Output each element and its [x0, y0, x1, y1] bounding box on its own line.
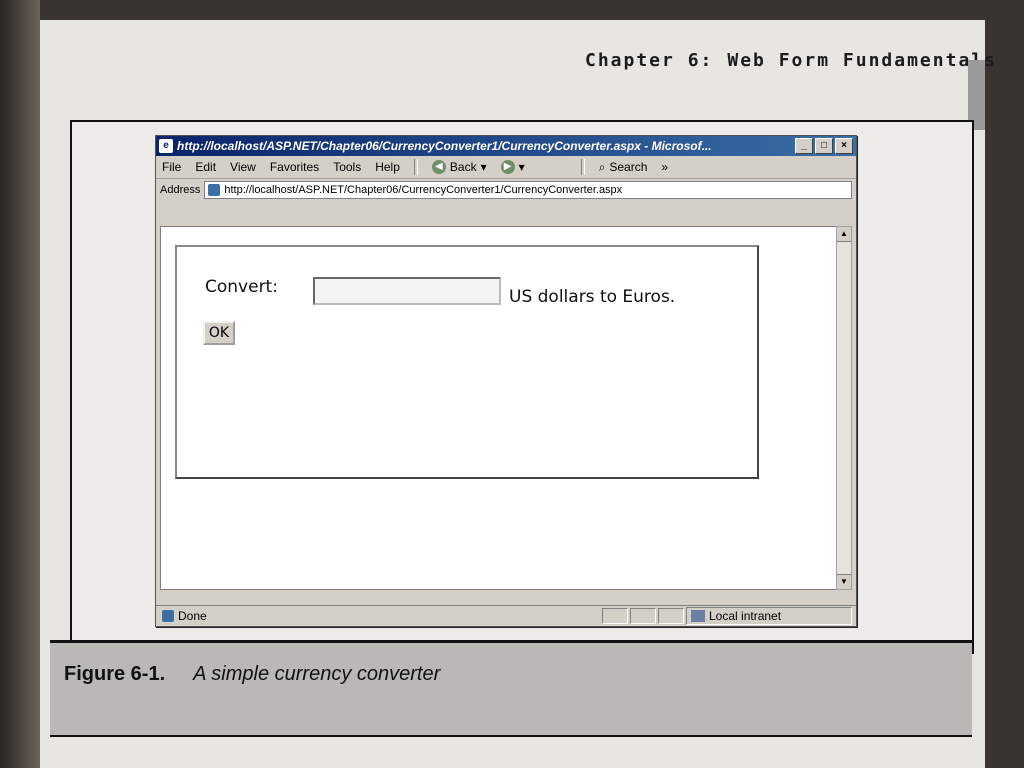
security-zone: Local intranet [686, 607, 852, 625]
menu-edit[interactable]: Edit [195, 160, 216, 174]
convert-label: Convert: [205, 277, 278, 297]
book-page: Chapter 6: Web Form Fundamentals e http:/… [40, 20, 995, 768]
menu-tools[interactable]: Tools [333, 160, 361, 174]
search-label: Search [609, 160, 648, 174]
running-header: Chapter 6: Web Form Fundamentals [585, 50, 997, 71]
toolbar-separator [413, 159, 418, 175]
figure-label: Figure 6-1. [64, 663, 166, 685]
back-arrow-icon: ◀ [431, 160, 446, 174]
page-icon [208, 184, 221, 196]
status-cell [658, 608, 684, 624]
address-value: http://localhost/ASP.NET/Chapter06/Curre… [224, 184, 623, 196]
chapter-number: Chapter 6: [585, 50, 714, 71]
figure-caption-bar: Figure 6-1. A simple currency converter [50, 640, 972, 737]
menu-help[interactable]: Help [375, 160, 400, 174]
back-dropdown-icon: ▾ [480, 160, 487, 174]
toolbar-overflow-icon[interactable]: » [661, 160, 668, 174]
forward-arrow-icon: ▶ [500, 160, 515, 174]
status-cell [630, 608, 656, 624]
intranet-icon [691, 610, 705, 622]
vertical-scrollbar[interactable]: ▲ ▼ [836, 226, 852, 590]
forward-dropdown-icon: ▾ [518, 160, 525, 174]
status-cell [602, 608, 628, 624]
forward-button[interactable]: ▶ ▾ [500, 160, 525, 174]
amount-input[interactable] [313, 277, 501, 305]
close-button[interactable]: × [835, 138, 853, 154]
page-done-icon [162, 610, 174, 622]
status-text: Done [178, 609, 207, 623]
chapter-title: Web Form Fundamentals [727, 50, 997, 71]
title-bar: e http://localhost/ASP.NET/Chapter06/Cur… [156, 136, 856, 156]
unit-label: US dollars to Euros. [509, 287, 676, 307]
search-button[interactable]: ⌕ Search [599, 160, 648, 175]
menu-file[interactable]: File [162, 160, 181, 174]
back-button[interactable]: ◀ Back ▾ [431, 160, 487, 174]
status-bar: Done Local intranet [156, 605, 856, 626]
address-bar: Address http://localhost/ASP.NET/Chapter… [156, 179, 856, 201]
zone-text: Local intranet [709, 609, 782, 623]
browser-window: e http://localhost/ASP.NET/Chapter06/Cur… [155, 135, 857, 627]
toolbar-separator-2 [580, 159, 585, 175]
window-title: http://localhost/ASP.NET/Chapter06/Curre… [177, 139, 712, 153]
page-gutter [0, 0, 40, 768]
scroll-up-icon[interactable]: ▲ [837, 227, 851, 242]
figure-caption: Figure 6-1. A simple currency converter [64, 663, 440, 686]
menu-view[interactable]: View [230, 160, 256, 174]
converter-panel: Convert: US dollars to Euros. OK [175, 245, 759, 479]
scroll-down-icon[interactable]: ▼ [837, 574, 851, 589]
maximize-button[interactable]: □ [815, 138, 833, 154]
search-icon: ⌕ [598, 159, 606, 174]
address-input[interactable]: http://localhost/ASP.NET/Chapter06/Curre… [204, 181, 852, 199]
page-content: Convert: US dollars to Euros. OK [160, 226, 838, 590]
menu-bar: File Edit View Favorites Tools Help ◀ Ba… [156, 156, 856, 179]
address-label: Address [160, 184, 201, 196]
minimize-button[interactable]: _ [795, 138, 813, 154]
back-label: Back [449, 160, 477, 174]
menu-favorites[interactable]: Favorites [270, 160, 319, 174]
figure-caption-text: A simple currency converter [193, 663, 441, 685]
ie-icon: e [159, 139, 173, 153]
ok-button[interactable]: OK [203, 321, 235, 345]
